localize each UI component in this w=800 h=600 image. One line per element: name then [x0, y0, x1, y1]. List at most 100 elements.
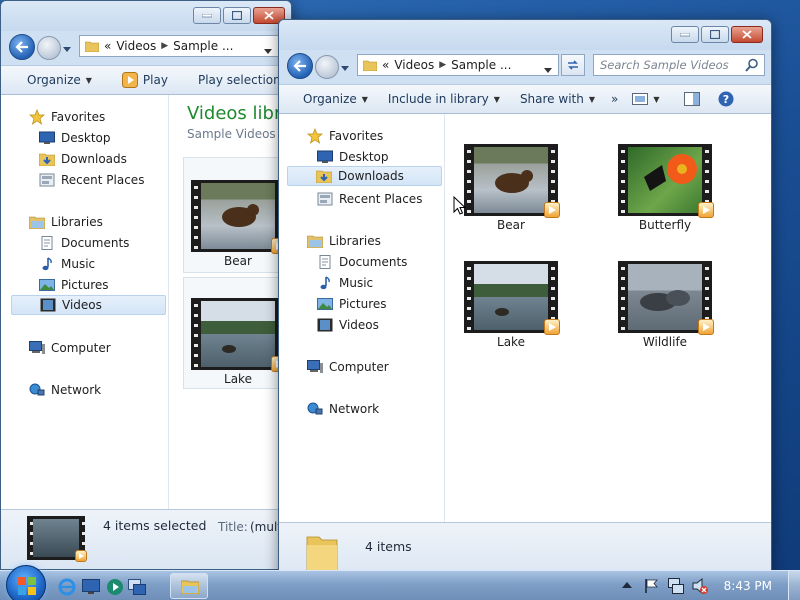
nav-libraries[interactable]: Libraries	[279, 231, 444, 251]
search-icon[interactable]	[745, 58, 759, 78]
file-item-lake[interactable]: Lake	[461, 261, 561, 349]
refresh-button[interactable]	[561, 54, 585, 76]
minimize-button[interactable]	[671, 26, 699, 43]
maximize-button[interactable]	[223, 7, 251, 24]
file-item-lake[interactable]: Lake	[183, 277, 291, 389]
address-bar[interactable]: « Videos ▶ Sample ...	[79, 35, 279, 57]
media-player-icon[interactable]	[106, 578, 124, 596]
breadcrumb-sample[interactable]: Sample ...	[173, 39, 233, 53]
breadcrumb-separator-icon[interactable]: ▶	[439, 60, 446, 70]
pictures-icon	[317, 297, 333, 311]
title-bar[interactable]	[1, 1, 291, 31]
nav-music-label: Music	[339, 276, 374, 290]
nav-videos[interactable]: Videos	[11, 295, 166, 315]
file-item-bear[interactable]: Bear	[461, 144, 561, 232]
volume-muted-icon[interactable]	[692, 578, 708, 594]
breadcrumb-separator-icon[interactable]: ▶	[161, 41, 168, 51]
video-thumbnail	[628, 144, 702, 216]
refresh-icon	[566, 59, 580, 71]
start-button[interactable]	[6, 565, 46, 600]
search-input[interactable]: Search Sample Videos	[593, 54, 765, 76]
network-tray-icon[interactable]	[668, 578, 684, 594]
video-thumbnail	[201, 180, 275, 252]
file-item-bear[interactable]: Bear	[183, 157, 291, 273]
taskbar-explorer-button[interactable]	[170, 573, 208, 599]
show-desktop-button[interactable]	[788, 571, 800, 600]
organize-label: Organize	[27, 73, 81, 87]
file-item-wildlife[interactable]: Wildlife	[615, 261, 715, 349]
nav-favorites[interactable]: Favorites	[279, 126, 444, 146]
nav-recent-places[interactable]: Recent Places	[279, 189, 444, 209]
minimize-icon	[202, 13, 212, 18]
forward-button[interactable]	[37, 36, 61, 60]
explorer-window-back[interactable]: « Videos ▶ Sample ... Organize ▼ Play Pl…	[0, 0, 292, 570]
nav-downloads[interactable]: Downloads	[287, 166, 442, 186]
recent-pages-dropdown[interactable]	[63, 42, 71, 52]
nav-desktop[interactable]: Desktop	[1, 128, 168, 148]
nav-music[interactable]: Music	[1, 254, 168, 274]
breadcrumb-videos[interactable]: Videos	[116, 39, 156, 53]
nav-downloads-label: Downloads	[61, 152, 127, 166]
address-dropdown[interactable]	[264, 44, 272, 58]
show-desktop-icon[interactable]	[82, 579, 100, 595]
file-item-butterfly[interactable]: Butterfly	[615, 144, 715, 232]
nav-recent-places[interactable]: Recent Places	[1, 170, 168, 190]
navigation-pane[interactable]: Favorites Desktop Downloads Recent Place…	[279, 114, 445, 522]
clock[interactable]: 8:43 PM	[724, 579, 772, 593]
downloads-folder-icon	[39, 152, 55, 166]
nav-recent-label: Recent Places	[339, 192, 423, 206]
change-view-button[interactable]: ▼	[624, 85, 669, 113]
action-center-flag-icon[interactable]	[644, 578, 658, 594]
help-button[interactable]: ?	[710, 85, 744, 113]
breadcrumb-videos[interactable]: Videos	[394, 58, 434, 72]
play-badge-icon	[698, 202, 714, 218]
desktop-icon	[39, 131, 55, 145]
nav-desktop[interactable]: Desktop	[279, 147, 444, 167]
nav-downloads[interactable]: Downloads	[1, 149, 168, 169]
close-button[interactable]	[731, 26, 763, 43]
file-list-pane[interactable]: Videos libra Sample Videos Bear Lake	[169, 95, 291, 509]
switch-windows-icon[interactable]	[128, 579, 146, 595]
file-name: Lake	[224, 372, 252, 386]
file-name: Lake	[497, 335, 525, 349]
nav-computer[interactable]: Computer	[279, 357, 444, 377]
libraries-icon	[29, 215, 45, 229]
explorer-window-front[interactable]: « Videos ▶ Sample ... Search Sample Vide…	[278, 19, 772, 581]
back-button[interactable]	[287, 53, 313, 79]
include-in-library-button[interactable]: Include in library ▼	[378, 85, 510, 113]
navigation-pane[interactable]: Favorites Desktop Downloads Recent Place…	[1, 95, 169, 509]
maximize-button[interactable]	[701, 26, 729, 43]
internet-explorer-icon[interactable]	[58, 578, 76, 596]
nav-videos[interactable]: Videos	[279, 315, 444, 335]
nav-computer[interactable]: Computer	[1, 338, 168, 358]
nav-documents[interactable]: Documents	[279, 252, 444, 272]
forward-button[interactable]	[315, 55, 339, 79]
breadcrumb-sample[interactable]: Sample ...	[451, 58, 511, 72]
back-button[interactable]	[9, 34, 35, 60]
nav-libraries[interactable]: Libraries	[1, 212, 168, 232]
show-hidden-icons-chevron[interactable]	[622, 581, 632, 589]
nav-network[interactable]: Network	[1, 380, 168, 400]
organize-button[interactable]: Organize ▼	[1, 66, 102, 94]
nav-pictures[interactable]: Pictures	[279, 294, 444, 314]
play-button[interactable]: Play	[102, 66, 178, 94]
address-dropdown[interactable]	[544, 63, 552, 77]
share-with-button[interactable]: Share with ▼	[510, 85, 605, 113]
nav-network[interactable]: Network	[279, 399, 444, 419]
more-commands-button[interactable]: »	[605, 85, 624, 113]
play-selection-button[interactable]: Play selection	[178, 66, 291, 94]
recent-pages-dropdown[interactable]	[341, 61, 349, 71]
arrow-left-icon	[293, 60, 307, 72]
preview-pane-button[interactable]	[670, 85, 710, 113]
file-list-pane[interactable]: Bear Butterfly Lake Wildlife	[445, 114, 771, 522]
nav-music[interactable]: Music	[279, 273, 444, 293]
minimize-button[interactable]	[193, 7, 221, 24]
nav-pictures[interactable]: Pictures	[1, 275, 168, 295]
organize-button[interactable]: Organize ▼	[279, 85, 378, 113]
title-bar[interactable]	[279, 20, 771, 50]
address-bar[interactable]: « Videos ▶ Sample ...	[357, 54, 559, 76]
nav-favorites[interactable]: Favorites	[1, 107, 168, 127]
library-subtitle: Sample Videos	[187, 127, 276, 141]
video-thumbnail	[201, 298, 275, 370]
nav-documents[interactable]: Documents	[1, 233, 168, 253]
